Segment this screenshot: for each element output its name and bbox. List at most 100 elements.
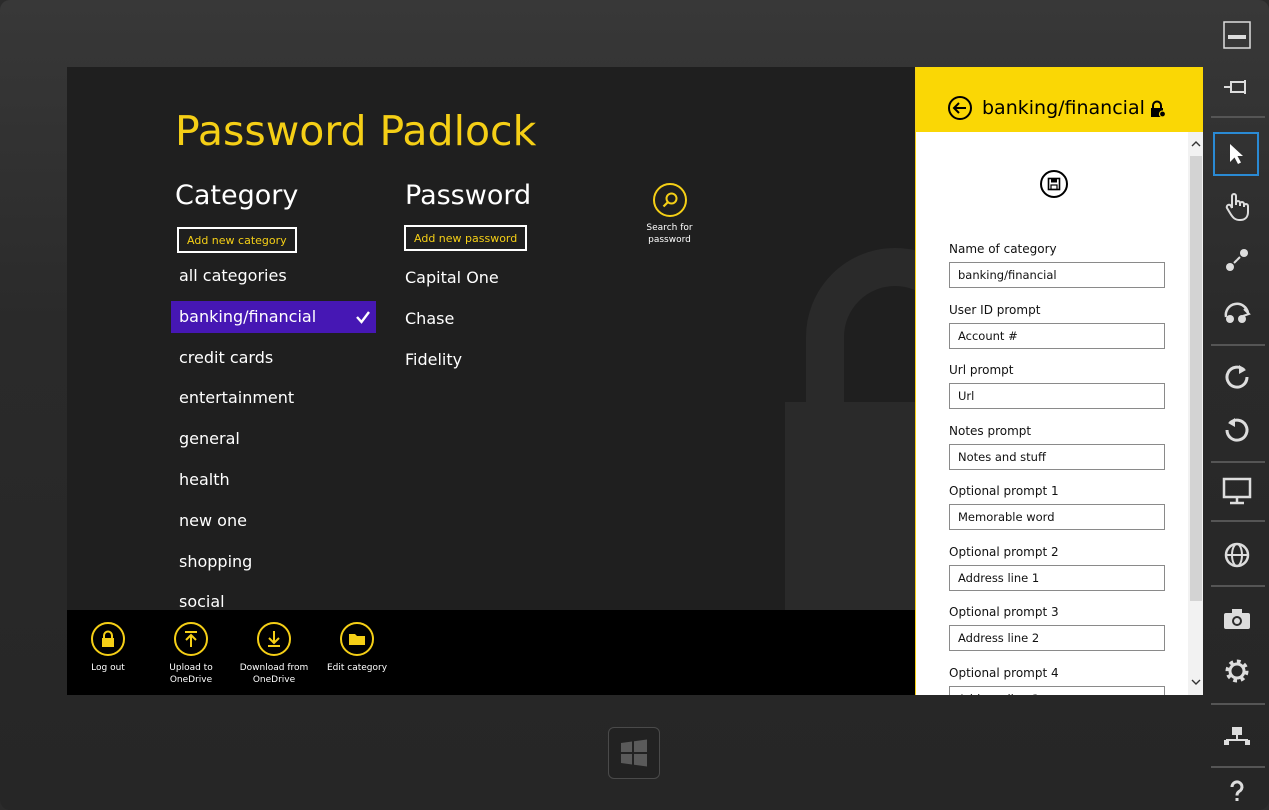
cursor-icon [1230, 144, 1243, 164]
back-arrow-icon[interactable] [947, 95, 973, 121]
rotate-counterclockwise-button[interactable] [1213, 409, 1261, 449]
category-item-label: shopping [179, 551, 253, 571]
category-item-label: social [179, 592, 225, 612]
simulator-toolbar [1205, 0, 1269, 810]
toolbar-divider [1211, 461, 1265, 463]
download-onedrive-button[interactable]: Download from OneDrive [236, 622, 312, 686]
edit-category-button[interactable]: Edit category [319, 622, 395, 674]
edit-category-panel: banking/financial Name of category User … [915, 67, 1203, 695]
edit-category-label: Edit category [326, 663, 388, 673]
screenshot-button[interactable] [1213, 599, 1261, 639]
location-button[interactable] [1213, 535, 1261, 575]
logout-label: Log out [91, 663, 125, 673]
toolbar-divider [1211, 585, 1265, 587]
panel-scrollbar[interactable] [1188, 132, 1203, 695]
minimize-icon [1223, 21, 1251, 49]
scroll-down-icon[interactable] [1188, 674, 1203, 690]
settings-button[interactable] [1213, 651, 1261, 691]
scroll-thumb[interactable] [1190, 156, 1202, 601]
pin-icon [1224, 80, 1246, 94]
pinch-icon [1226, 249, 1248, 271]
app-bar: Log out Upload to OneDrive Download from… [67, 610, 915, 695]
category-item-label: all categories [179, 266, 287, 285]
password-item[interactable]: Capital One [405, 262, 499, 294]
add-category-button[interactable]: Add new category [177, 227, 297, 253]
category-item-entertainment[interactable]: entertainment [171, 382, 376, 414]
category-item-shopping[interactable]: shopping [171, 546, 376, 578]
category-item-all-categories[interactable]: all categories [171, 260, 376, 292]
category-item-new-one[interactable]: new one [171, 505, 376, 537]
touch-mode-button[interactable] [1213, 187, 1261, 227]
rotate-clockwise-button[interactable] [1213, 356, 1261, 396]
field-label-notes: Notes prompt [949, 424, 1032, 438]
toolbar-divider [1211, 116, 1265, 118]
add-password-button[interactable]: Add new password [404, 225, 528, 251]
app-title: Password Padlock [175, 107, 537, 155]
user-id-prompt-input[interactable] [949, 323, 1165, 349]
change-resolution-button[interactable] [1213, 471, 1261, 511]
minimize-button[interactable] [1213, 15, 1261, 55]
field-label-url: Url prompt [949, 363, 1014, 377]
rotate-clockwise-icon [1225, 365, 1249, 389]
lock-icon [1151, 100, 1167, 118]
category-list: all categories banking/financial credit … [171, 260, 376, 627]
category-item-health[interactable]: health [171, 464, 376, 496]
panel-body: Name of category User ID prompt Url prom… [916, 132, 1188, 695]
category-item-banking-financial[interactable]: banking/financial [171, 300, 376, 333]
app-screen: Password Padlock Category Add new catego… [67, 67, 1203, 695]
save-icon [1047, 177, 1061, 191]
download-label: Download from OneDrive [239, 663, 309, 685]
field-label-optional-2: Optional prompt 2 [949, 545, 1059, 559]
optional-prompt-1-input[interactable] [949, 504, 1165, 530]
scroll-up-icon[interactable] [1188, 136, 1203, 152]
windows-logo-icon [621, 739, 647, 767]
category-item-label: general [179, 429, 240, 449]
field-label-optional-3: Optional prompt 3 [949, 605, 1059, 619]
pinch-zoom-button[interactable] [1213, 240, 1261, 280]
help-icon [1230, 780, 1244, 801]
category-item-label: entertainment [179, 388, 295, 408]
notes-prompt-input[interactable] [949, 444, 1165, 470]
category-heading: Category [175, 180, 299, 211]
help-button[interactable] [1213, 775, 1261, 809]
category-item-general[interactable]: general [171, 423, 376, 455]
field-label-name: Name of category [949, 242, 1057, 256]
toolbar-divider [1211, 520, 1265, 522]
url-prompt-input[interactable] [949, 383, 1165, 409]
field-label-optional-4: Optional prompt 4 [949, 666, 1059, 680]
pin-button[interactable] [1213, 67, 1261, 107]
field-label-optional-1: Optional prompt 1 [949, 484, 1059, 498]
optional-prompt-4-input[interactable] [949, 686, 1165, 695]
category-item-credit-cards[interactable]: credit cards [171, 342, 376, 374]
search-password-button[interactable]: Search for password [637, 183, 702, 246]
toolbar-divider [1211, 703, 1265, 705]
upload-label: Upload to OneDrive [169, 663, 213, 685]
category-item-label: health [179, 469, 230, 489]
mouse-mode-button[interactable] [1213, 132, 1259, 176]
upload-onedrive-button[interactable]: Upload to OneDrive [153, 622, 229, 686]
panel-title: banking/financial [982, 97, 1145, 119]
windows-start-button[interactable] [608, 727, 660, 779]
toolbar-divider [1211, 766, 1265, 768]
toolbar-divider [1211, 344, 1265, 346]
panel-header: banking/financial [916, 67, 1203, 132]
password-item[interactable]: Chase [405, 303, 499, 335]
main-hub: Password Padlock Category Add new catego… [67, 67, 915, 695]
globe-icon [1224, 542, 1250, 568]
optional-prompt-3-input[interactable] [949, 625, 1165, 651]
rotate-touch-icon [1224, 302, 1251, 323]
rotate-counterclockwise-icon [1225, 418, 1249, 442]
search-label: Search for password [646, 223, 693, 245]
gear-icon [1225, 659, 1249, 683]
optional-prompt-2-input[interactable] [949, 565, 1165, 591]
save-button[interactable] [1040, 170, 1068, 198]
network-button[interactable] [1213, 716, 1261, 756]
password-list: Capital One Chase Fidelity [405, 262, 499, 384]
category-name-input[interactable] [949, 262, 1165, 288]
network-icon [1224, 727, 1250, 745]
hand-icon [1225, 193, 1249, 222]
password-item[interactable]: Fidelity [405, 344, 499, 376]
camera-icon [1224, 609, 1250, 629]
logout-button[interactable]: Log out [70, 622, 146, 674]
rotation-touch-button[interactable] [1213, 292, 1261, 332]
